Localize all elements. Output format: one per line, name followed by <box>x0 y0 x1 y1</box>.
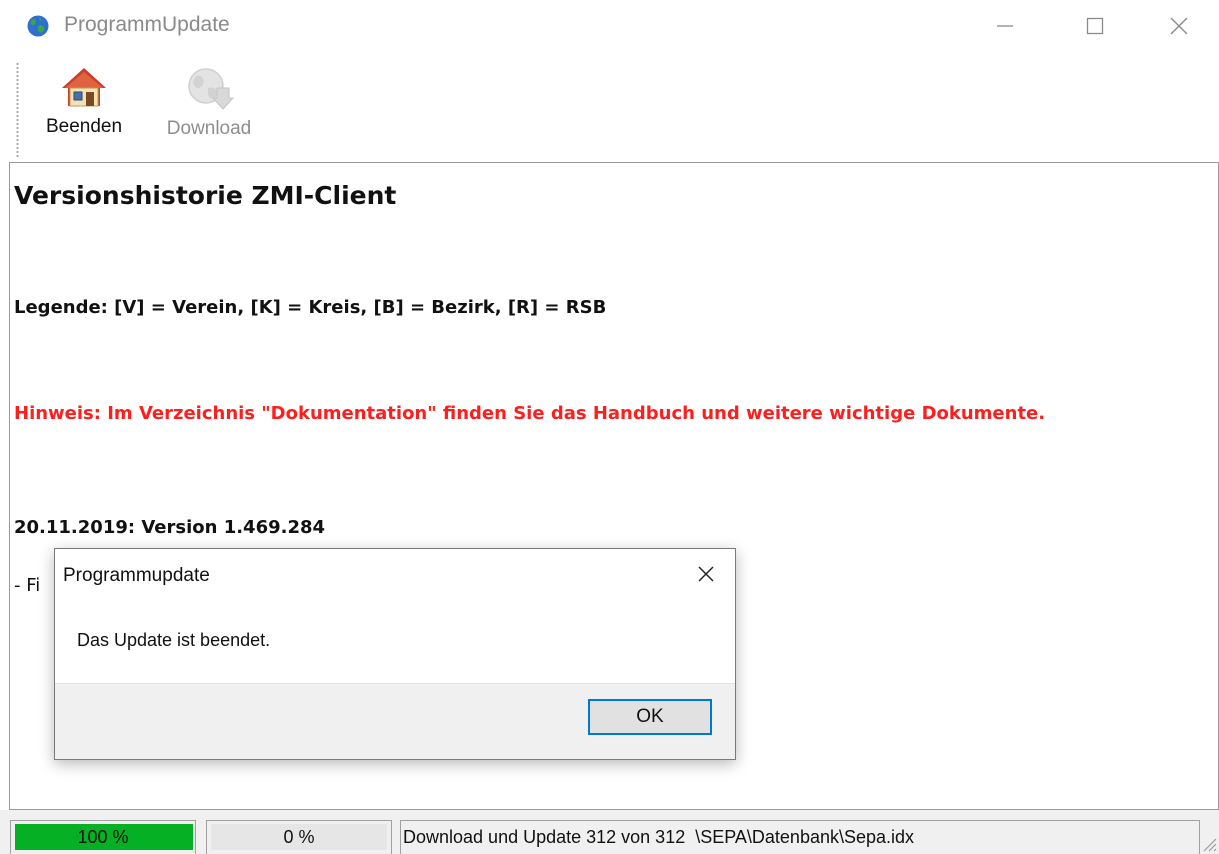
file-progress-text: 0 % <box>283 827 315 847</box>
resize-grip-icon[interactable] <box>1199 834 1217 852</box>
status-bar: 100 % 0 % Download und Update 312 von 31… <box>0 810 1219 854</box>
update-complete-dialog: Programmupdate Das Update ist beendet. O… <box>54 548 736 760</box>
hint-text: Hinweis: Im Verzeichnis "Dokumentation" … <box>14 403 1046 424</box>
window-title: ProgrammUpdate <box>64 13 230 36</box>
dialog-message: Das Update ist beendet. <box>77 630 271 650</box>
globe-download-icon <box>188 68 234 110</box>
total-progress-bar: 100 % <box>10 820 196 854</box>
status-message: Download und Update 312 von 312 \SEPA\Da… <box>400 820 1200 854</box>
dialog-footer: OK <box>55 683 735 759</box>
download-label: Download <box>166 118 252 139</box>
page-title: Versionshistorie ZMI-Client <box>14 181 397 210</box>
minimize-icon <box>997 25 1013 27</box>
beenden-label: Beenden <box>45 116 123 137</box>
total-progress-text: 100 % <box>77 827 129 847</box>
toolbar: Beenden Download <box>0 52 1219 162</box>
dialog-title: Programmupdate <box>63 565 210 586</box>
dialog-close-button[interactable] <box>677 549 735 599</box>
download-button[interactable]: Download <box>153 66 265 140</box>
close-icon <box>1170 17 1188 35</box>
minimize-button[interactable] <box>970 0 1040 52</box>
beenden-button[interactable]: Beenden <box>38 66 130 138</box>
globe-icon <box>27 15 49 37</box>
file-progress-bar: 0 % <box>206 820 392 854</box>
toolbar-grip[interactable] <box>16 62 19 158</box>
maximize-button[interactable] <box>1060 0 1130 52</box>
close-icon <box>698 566 714 582</box>
legend-text: Legende: [V] = Verein, [K] = Kreis, [B] … <box>14 297 607 318</box>
maximize-icon <box>1086 17 1104 35</box>
house-icon <box>62 68 106 107</box>
version-entry-item: - Fi <box>14 575 41 596</box>
close-button[interactable] <box>1144 0 1214 52</box>
version-entry-title: 20.11.2019: Version 1.469.284 <box>14 517 326 538</box>
ok-button[interactable]: OK <box>588 699 712 735</box>
title-bar: ProgrammUpdate <box>0 0 1219 52</box>
